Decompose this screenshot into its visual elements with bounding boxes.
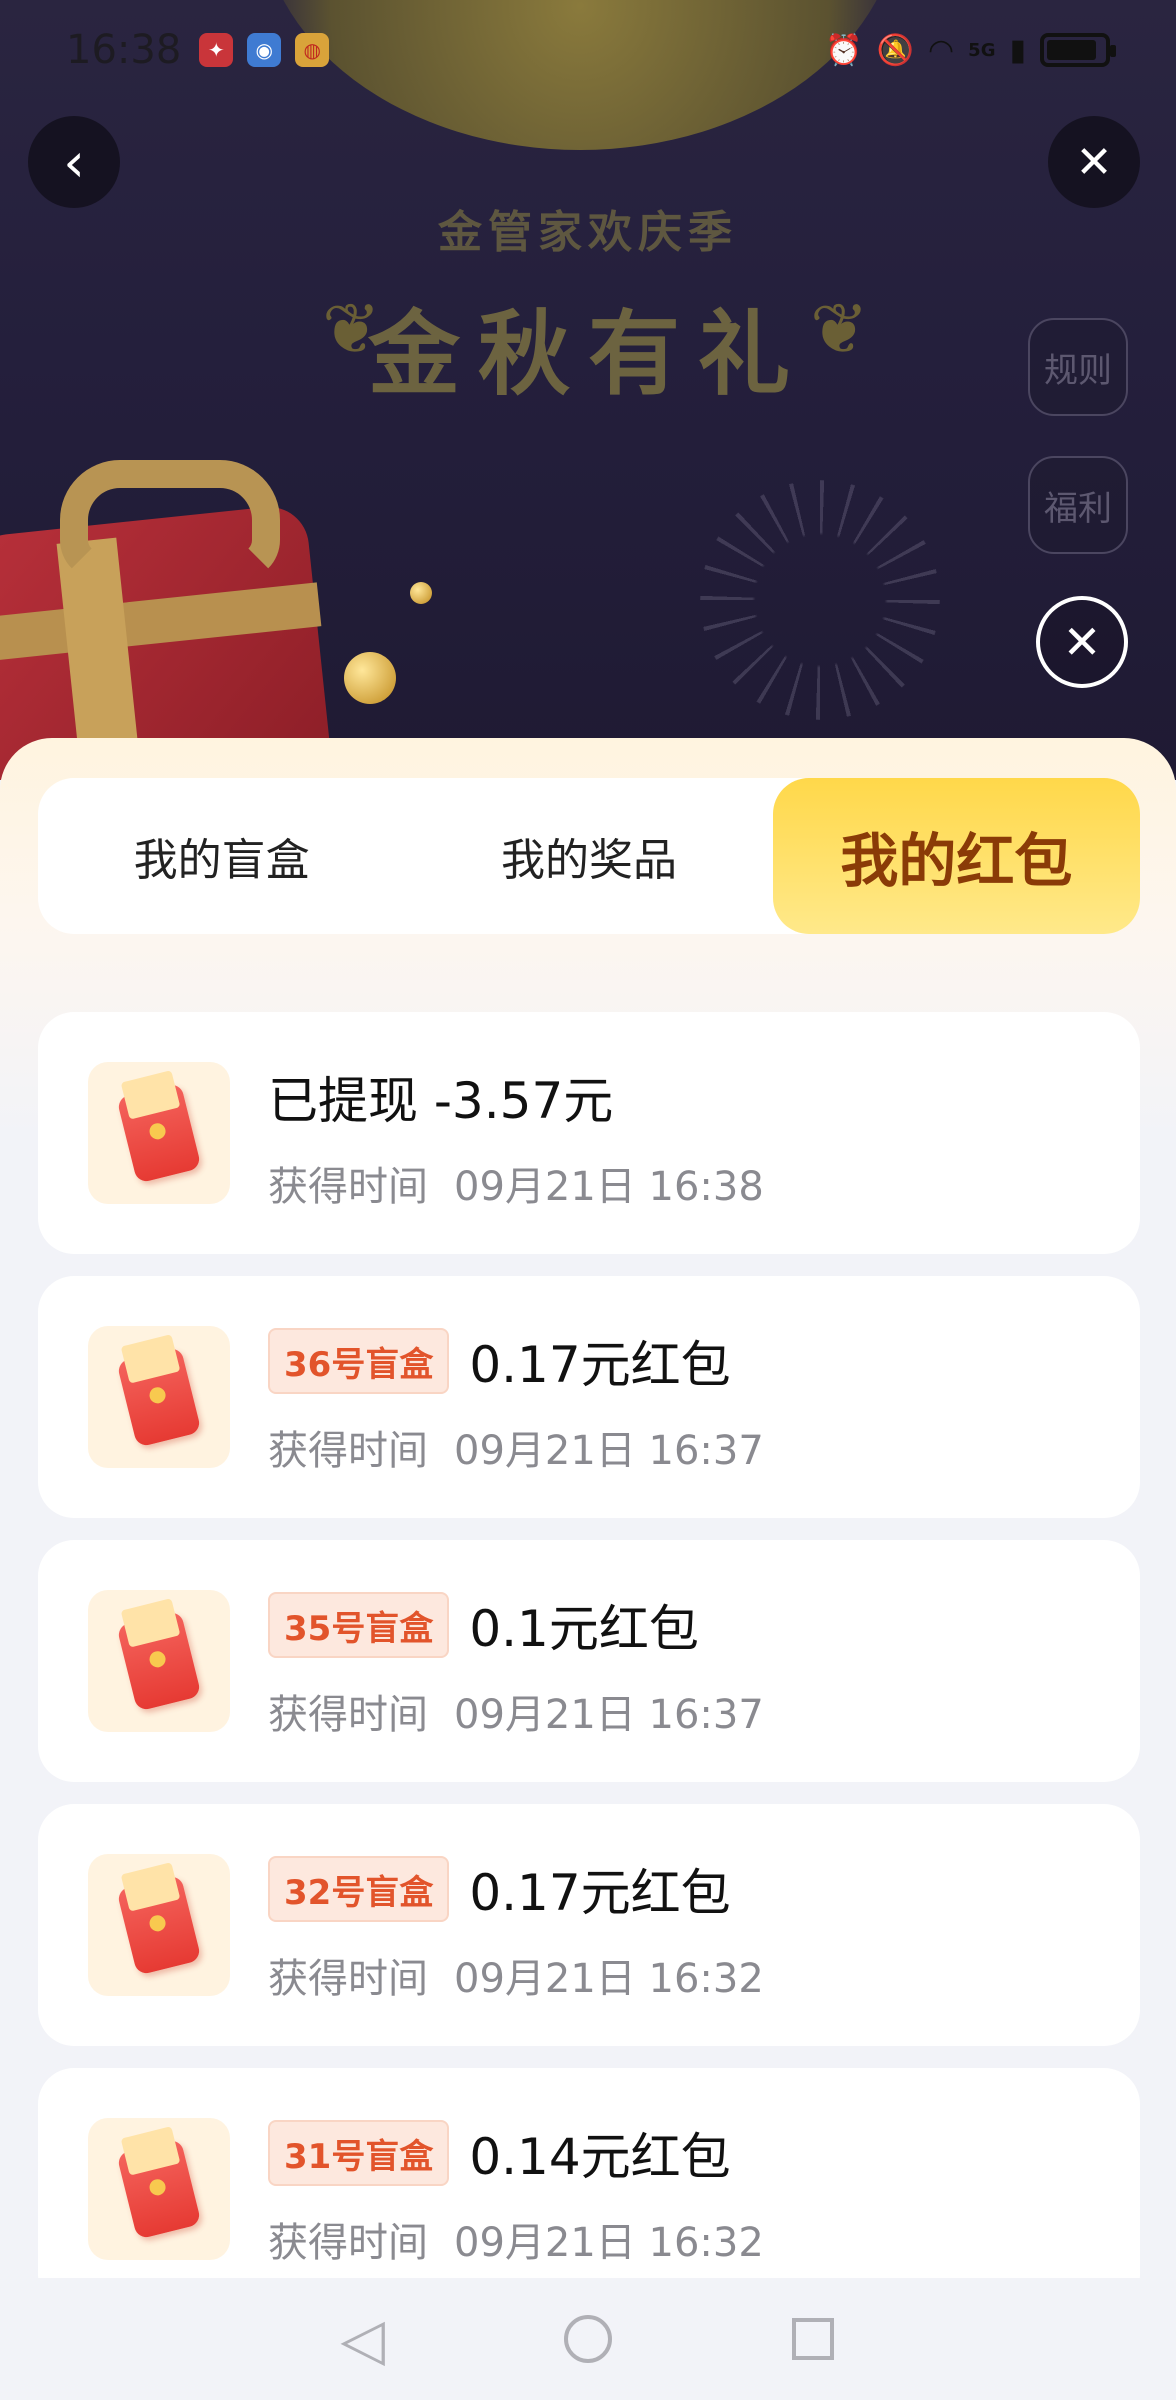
firework-decoration <box>700 480 940 720</box>
record-time: 09月21日 16:38 <box>454 1164 764 1210</box>
gold-coin-decoration <box>344 652 396 704</box>
record-time: 09月21日 16:32 <box>454 2220 764 2266</box>
banner-subtitle: 金管家欢庆季 <box>438 207 738 258</box>
status-icons: ⏰ 🔕 ◠ 5G ▮ <box>825 32 1116 68</box>
browser-notification-icon: ◉ <box>247 33 282 67</box>
banner-title: 金秋有礼 <box>367 301 808 408</box>
circle-home-icon <box>563 2315 612 2363</box>
signal-icon: ▮ <box>1009 32 1026 68</box>
time-label: 获得时间 <box>268 1428 428 1474</box>
red-envelope-icon <box>88 2118 230 2260</box>
weibo-notification-icon: ◍ <box>295 33 330 67</box>
list-item[interactable]: 32号盲盒 0.17元红包 获得时间 09月21日 16:32 <box>38 1804 1140 2046</box>
alarm-icon: ⏰ <box>825 32 863 68</box>
list-item[interactable]: 36号盲盒 0.17元红包 获得时间 09月21日 16:37 <box>38 1276 1140 1518</box>
red-envelope-icon <box>88 1326 230 1468</box>
nav-back-button[interactable]: ◁ <box>318 2294 408 2384</box>
wifi-icon: ◠ <box>927 32 955 68</box>
network-type: 5G <box>968 39 996 61</box>
record-time-row: 获得时间 09月21日 16:32 <box>268 2210 764 2268</box>
close-icon: ✕ <box>1075 136 1113 188</box>
blind-box-tag: 31号盲盒 <box>268 2120 450 2186</box>
close-page-button[interactable]: ✕ <box>1048 116 1140 208</box>
my-rewards-sheet: 我的盲盒 我的奖品 我的红包 已提现 -3.57元 获得时间 09月21日 16:… <box>0 738 1176 2278</box>
red-envelope-icon <box>88 1590 230 1732</box>
gift-bow <box>60 460 280 580</box>
back-button[interactable]: ‹ <box>28 116 120 208</box>
time-label: 获得时间 <box>268 1164 428 1210</box>
close-popup-button[interactable]: ✕ <box>1036 596 1128 688</box>
list-item[interactable]: 已提现 -3.57元 获得时间 09月21日 16:38 <box>38 1012 1140 1254</box>
record-title: 0.17元红包 <box>469 1336 731 1394</box>
chevron-left-icon: ‹ <box>63 130 85 194</box>
record-time: 09月21日 16:32 <box>454 1956 764 2002</box>
list-item[interactable]: 31号盲盒 0.14元红包 获得时间 09月21日 16:32 <box>38 2068 1140 2278</box>
record-time-row: 获得时间 09月21日 16:32 <box>268 1946 764 2004</box>
red-packet-list: 已提现 -3.57元 获得时间 09月21日 16:38 36号盲盒 0.17元红… <box>38 1012 1140 2278</box>
gold-coin-decoration <box>410 582 432 604</box>
system-navigation-bar: ◁ <box>0 2278 1176 2400</box>
time-label: 获得时间 <box>268 1692 428 1738</box>
record-title: 已提现 -3.57元 <box>268 1072 614 1130</box>
record-title: 0.1元红包 <box>469 1600 699 1658</box>
tab-my-blind-boxes[interactable]: 我的盲盒 <box>38 778 405 934</box>
tab-my-prizes[interactable]: 我的奖品 <box>405 778 772 934</box>
record-title: 0.14元红包 <box>469 2128 731 2186</box>
blind-box-tag: 35号盲盒 <box>268 1592 450 1658</box>
status-bar: 16:38 ✦ ◉ ◍ ⏰ 🔕 ◠ 5G ▮ <box>0 0 1176 100</box>
square-recents-icon <box>792 2318 835 2360</box>
close-icon: ✕ <box>1062 615 1102 669</box>
welfare-button[interactable]: 福利 <box>1028 456 1128 554</box>
nav-recents-button[interactable] <box>768 2294 858 2384</box>
activity-banner: 金管家欢庆季 ❦ 金秋有礼 ❦ 规则 福利 <box>0 0 1176 780</box>
time-label: 获得时间 <box>268 2220 428 2266</box>
tab-my-red-packets[interactable]: 我的红包 <box>772 778 1140 934</box>
nav-home-button[interactable] <box>543 2294 633 2384</box>
rules-button[interactable]: 规则 <box>1028 318 1128 416</box>
record-time-row: 获得时间 09月21日 16:37 <box>268 1682 764 1740</box>
list-item[interactable]: 35号盲盒 0.1元红包 获得时间 09月21日 16:37 <box>38 1540 1140 1782</box>
red-envelope-icon <box>88 1854 230 1996</box>
record-time: 09月21日 16:37 <box>454 1692 764 1738</box>
blind-box-tag: 36号盲盒 <box>268 1328 450 1394</box>
battery-icon <box>1040 33 1116 67</box>
time-label: 获得时间 <box>268 1956 428 2002</box>
triangle-back-icon: ◁ <box>340 2305 385 2373</box>
record-time-row: 获得时间 09月21日 16:37 <box>268 1418 764 1476</box>
mute-icon: 🔕 <box>876 32 914 68</box>
red-envelope-icon <box>88 1062 230 1204</box>
laurel-right-icon: ❦ <box>810 288 869 370</box>
record-time-row: 获得时间 09月21日 16:38 <box>268 1154 764 1212</box>
blind-box-tag: 32号盲盒 <box>268 1856 450 1922</box>
record-time: 09月21日 16:37 <box>454 1428 764 1474</box>
app-notification-icon: ✦ <box>199 33 234 67</box>
status-time: 16:38 <box>66 27 182 73</box>
tab-bar: 我的盲盒 我的奖品 我的红包 <box>38 778 1140 934</box>
record-title: 0.17元红包 <box>469 1864 731 1922</box>
